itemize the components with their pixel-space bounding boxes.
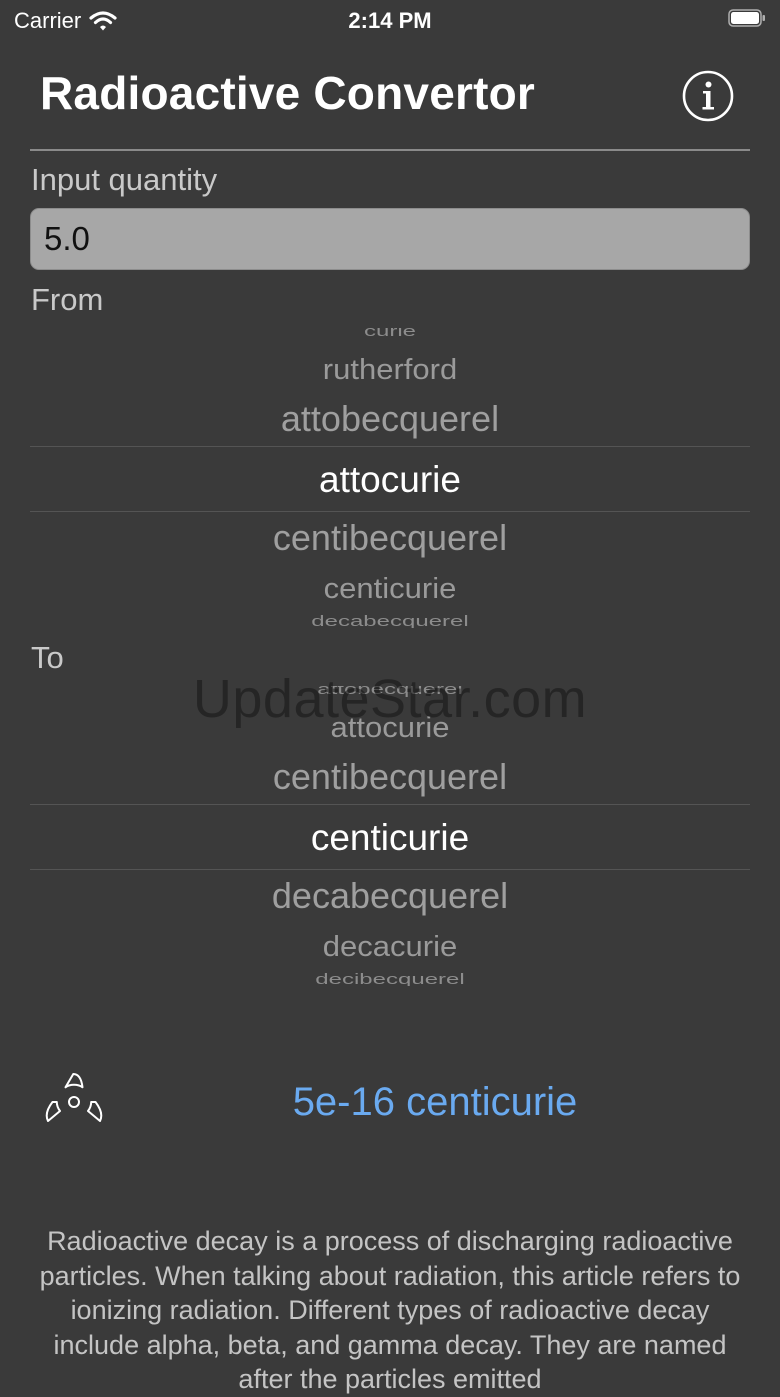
info-circle-icon[interactable] [682, 70, 734, 122]
status-bar: Carrier 2:14 PM [0, 0, 780, 44]
description-text: Radioactive decay is a process of discha… [39, 1226, 741, 1394]
picker-option[interactable]: attobecquerel [30, 686, 750, 697]
radiation-icon [45, 1073, 103, 1122]
picker-option[interactable]: attobecquerel [30, 401, 750, 437]
picker-option[interactable]: centibecquerel [30, 759, 750, 795]
quantity-input[interactable] [30, 208, 750, 270]
to-unit-picker[interactable]: attobecquerel attocurie centibecquerel c… [30, 686, 750, 986]
picker-selection-line [30, 869, 750, 870]
header-divider [30, 149, 750, 151]
page-title: Radioactive Convertor [40, 67, 535, 119]
picker-selection-line [30, 804, 750, 805]
picker-selected-option[interactable]: attocurie [30, 461, 750, 498]
picker-option[interactable]: attocurie [30, 713, 750, 742]
picker-selected-option[interactable]: centicurie [30, 819, 750, 856]
picker-option[interactable]: centibecquerel [30, 520, 750, 556]
status-time: 2:14 PM [348, 8, 432, 33]
picker-option[interactable]: decabecquerel [30, 878, 750, 914]
picker-option[interactable]: decacurie [30, 932, 750, 961]
picker-option[interactable]: decibecquerel [30, 972, 750, 986]
battery-icon [728, 9, 765, 27]
picker-selection-line [30, 511, 750, 512]
picker-option[interactable]: centicurie [30, 574, 750, 603]
from-unit-picker[interactable]: curie rutherford attobecquerel attocurie… [30, 328, 750, 628]
to-label: To [31, 640, 64, 675]
picker-option[interactable]: decabecquerel [30, 614, 750, 628]
from-label: From [31, 282, 104, 317]
picker-option[interactable]: curie [30, 328, 750, 339]
conversion-result: 5e-16 centicurie [292, 1080, 578, 1124]
input-quantity-label: Input quantity [31, 162, 218, 197]
picker-selection-line [30, 446, 750, 447]
picker-option[interactable]: rutherford [30, 355, 750, 384]
